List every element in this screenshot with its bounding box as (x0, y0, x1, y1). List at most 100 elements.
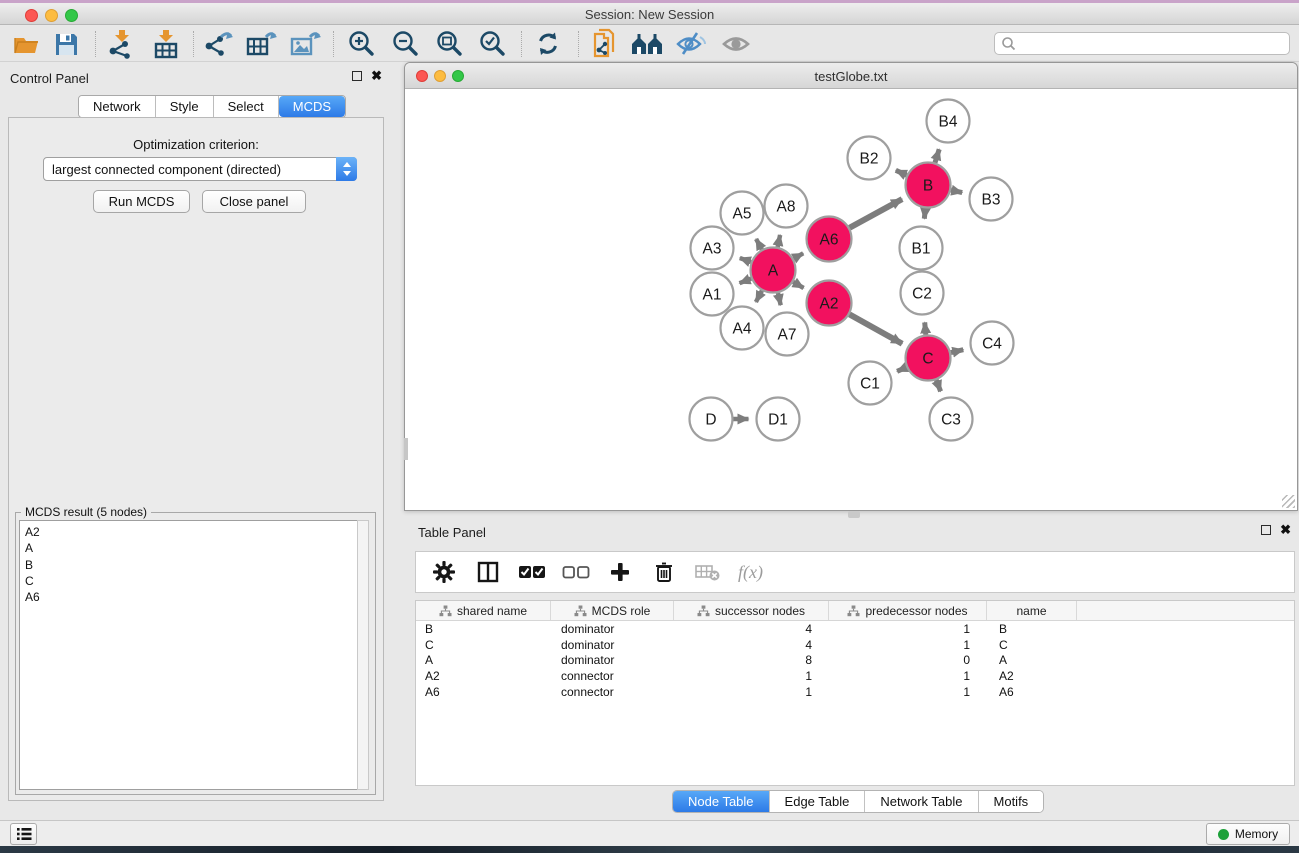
eye-slash-icon (674, 30, 708, 58)
save-session-button[interactable] (47, 29, 85, 59)
column-header-predecessor-nodes[interactable]: predecessor nodes (829, 601, 987, 620)
column-header-successor-nodes[interactable]: successor nodes (674, 601, 829, 620)
table-row[interactable]: Bdominator41B (416, 621, 1294, 637)
network-scrollbar-thumb[interactable] (404, 438, 408, 460)
table-header-row: shared nameMCDS rolesuccessor nodesprede… (416, 601, 1294, 621)
cell: 1 (829, 637, 987, 653)
hide-selected-button[interactable] (672, 29, 710, 59)
result-item[interactable]: A2 (25, 524, 359, 540)
column-header-name[interactable]: name (987, 601, 1077, 620)
edge-A-A8[interactable] (778, 235, 780, 247)
cell: 1 (829, 668, 987, 684)
zoom-in-button[interactable] (342, 29, 380, 59)
result-item[interactable]: B (25, 557, 359, 573)
close-panel-button[interactable]: Close panel (202, 190, 306, 213)
refresh-button[interactable] (529, 29, 567, 59)
edge-A-A6[interactable] (794, 253, 804, 258)
edge-B-B2[interactable] (896, 170, 907, 175)
tab-select[interactable]: Select (214, 96, 279, 117)
search-input[interactable] (1017, 37, 1289, 51)
tab-node-table[interactable]: Node Table (673, 791, 770, 812)
edge-B-B1[interactable] (924, 208, 925, 218)
result-item[interactable]: A6 (25, 589, 359, 605)
float-panel-icon[interactable] (352, 71, 362, 81)
node-label-C3: C3 (941, 412, 961, 429)
column-layout-icon[interactable] (474, 561, 502, 583)
run-mcds-button[interactable]: Run MCDS (93, 190, 190, 213)
deselect-all-icon[interactable] (562, 564, 590, 580)
tab-motifs[interactable]: Motifs (979, 791, 1044, 812)
export-network-button[interactable] (199, 29, 237, 59)
node-table[interactable]: shared nameMCDS rolesuccessor nodesprede… (415, 600, 1295, 786)
column-header-shared-name[interactable]: shared name (416, 601, 551, 620)
tab-mcds[interactable]: MCDS (279, 96, 345, 117)
resize-grip[interactable] (1282, 495, 1295, 508)
edge-A-A7[interactable] (778, 293, 781, 305)
edge-B-B4[interactable] (935, 149, 939, 162)
delete-column-icon[interactable] (650, 561, 678, 583)
tab-network[interactable]: Network (79, 96, 156, 117)
network-view-window: testGlobe.txt B4B2BB3A8A5A6A3B1AC2A1A2A4… (404, 62, 1298, 511)
tab-edge-table[interactable]: Edge Table (770, 791, 866, 812)
zoom-fit-button[interactable] (430, 29, 468, 59)
network-graph[interactable]: B4B2BB3A8A5A6A3B1AC2A1A2A4A7C4CC1C3DD1 (406, 89, 1297, 510)
show-all-button[interactable] (717, 29, 755, 59)
memory-status-icon (1218, 829, 1229, 840)
new-network-from-selection-button[interactable] (586, 29, 624, 59)
zoom-out-button[interactable] (386, 29, 424, 59)
edge-A-A1[interactable] (740, 279, 752, 284)
edge-B-B3[interactable] (951, 190, 962, 193)
result-scrollbar[interactable] (357, 520, 369, 790)
node-label-D: D (705, 412, 716, 429)
criterion-dropdown[interactable]: largest connected component (directed) (43, 157, 357, 181)
memory-label: Memory (1235, 827, 1278, 841)
export-image-button[interactable] (286, 29, 324, 59)
close-table-panel-icon[interactable]: ✖ (1280, 525, 1291, 535)
toolbar-separator (193, 31, 194, 57)
edge-A6-B[interactable] (850, 199, 903, 228)
table-row[interactable]: A6connector11A6 (416, 684, 1294, 700)
close-panel-icon[interactable]: ✖ (371, 71, 382, 81)
tab-network-table[interactable]: Network Table (865, 791, 978, 812)
result-item[interactable]: A (25, 540, 359, 556)
import-table-button[interactable] (147, 29, 185, 59)
edge-C-C3[interactable] (936, 380, 940, 391)
column-header-MCDS-role[interactable]: MCDS role (551, 601, 674, 620)
list-icon (16, 827, 32, 841)
cell: 1 (829, 621, 987, 637)
table-row[interactable]: Cdominator41C (416, 637, 1294, 653)
tab-style[interactable]: Style (156, 96, 214, 117)
float-table-panel-icon[interactable] (1261, 525, 1271, 535)
zoom-selected-button[interactable] (473, 29, 511, 59)
splitter-handle[interactable] (848, 511, 860, 518)
edge-A2-C[interactable] (850, 314, 903, 343)
search-icon (1001, 36, 1017, 52)
settings-gear-icon[interactable] (430, 560, 458, 584)
cell: A2 (416, 668, 551, 684)
table-row[interactable]: A2connector11A2 (416, 668, 1294, 684)
edge-A-A4[interactable] (756, 291, 762, 302)
result-item[interactable]: C (25, 573, 359, 589)
memory-button[interactable]: Memory (1206, 823, 1290, 845)
edge-A-A5[interactable] (756, 239, 762, 250)
open-session-button[interactable] (9, 29, 47, 59)
network-canvas[interactable]: B4B2BB3A8A5A6A3B1AC2A1A2A4A7C4CC1C3DD1 (406, 89, 1297, 510)
edge-C-C1[interactable] (897, 367, 906, 371)
first-neighbors-button[interactable] (629, 29, 667, 59)
edge-A-A2[interactable] (793, 282, 803, 288)
node-label-B2: B2 (860, 151, 879, 168)
edge-C-C2[interactable] (925, 322, 926, 334)
export-table-button[interactable] (242, 29, 280, 59)
network-window-titlebar[interactable]: testGlobe.txt (405, 63, 1297, 89)
function-builder-icon[interactable]: f(x) (738, 562, 763, 583)
import-network-button[interactable] (102, 29, 140, 59)
task-history-button[interactable] (10, 823, 37, 845)
edge-C-C4[interactable] (951, 350, 963, 353)
select-all-icon[interactable] (518, 564, 546, 580)
mcds-result-list[interactable]: A2ABCA6 (19, 520, 360, 790)
table-row[interactable]: Adominator80A (416, 652, 1294, 668)
search-field[interactable] (994, 32, 1290, 55)
delete-table-icon[interactable] (694, 562, 722, 582)
add-column-icon[interactable] (606, 562, 634, 582)
edge-A-A3[interactable] (740, 258, 751, 262)
